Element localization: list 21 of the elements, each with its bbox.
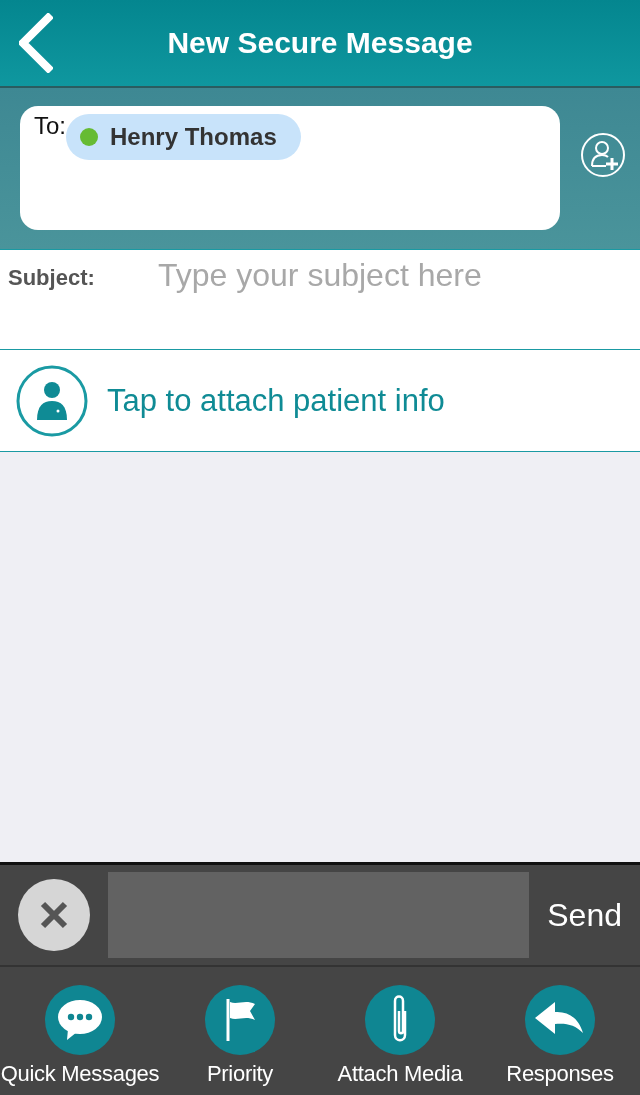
- send-button[interactable]: Send: [547, 896, 622, 934]
- patient-icon: [15, 363, 89, 438]
- close-icon: [38, 900, 69, 930]
- recipient-field[interactable]: To: Henry Thomas: [20, 106, 560, 230]
- subject-label: Subject:: [0, 250, 158, 350]
- chat-bubble-icon: [45, 985, 115, 1055]
- recipient-chip[interactable]: Henry Thomas: [66, 114, 301, 160]
- attach-patient-row[interactable]: Tap to attach patient info: [0, 350, 640, 452]
- window-title: New Secure Message: [166, 26, 474, 60]
- paperclip-icon: [365, 985, 435, 1055]
- toolbar-button[interactable]: Attach Media: [320, 967, 480, 1095]
- back-button[interactable]: [16, 11, 56, 75]
- add-contact-button[interactable]: [580, 132, 626, 178]
- message-field[interactable]: [107, 872, 530, 958]
- to-label: To:: [34, 112, 66, 140]
- toolbar-button[interactable]: Priority: [160, 967, 320, 1095]
- toolbar-button[interactable]: Quick Messages: [0, 967, 160, 1095]
- toolbar-button[interactable]: Responses: [480, 967, 640, 1095]
- add-person-icon: [580, 132, 626, 178]
- subject-field[interactable]: Type your subject here: [158, 250, 640, 350]
- flag-icon: [205, 985, 275, 1055]
